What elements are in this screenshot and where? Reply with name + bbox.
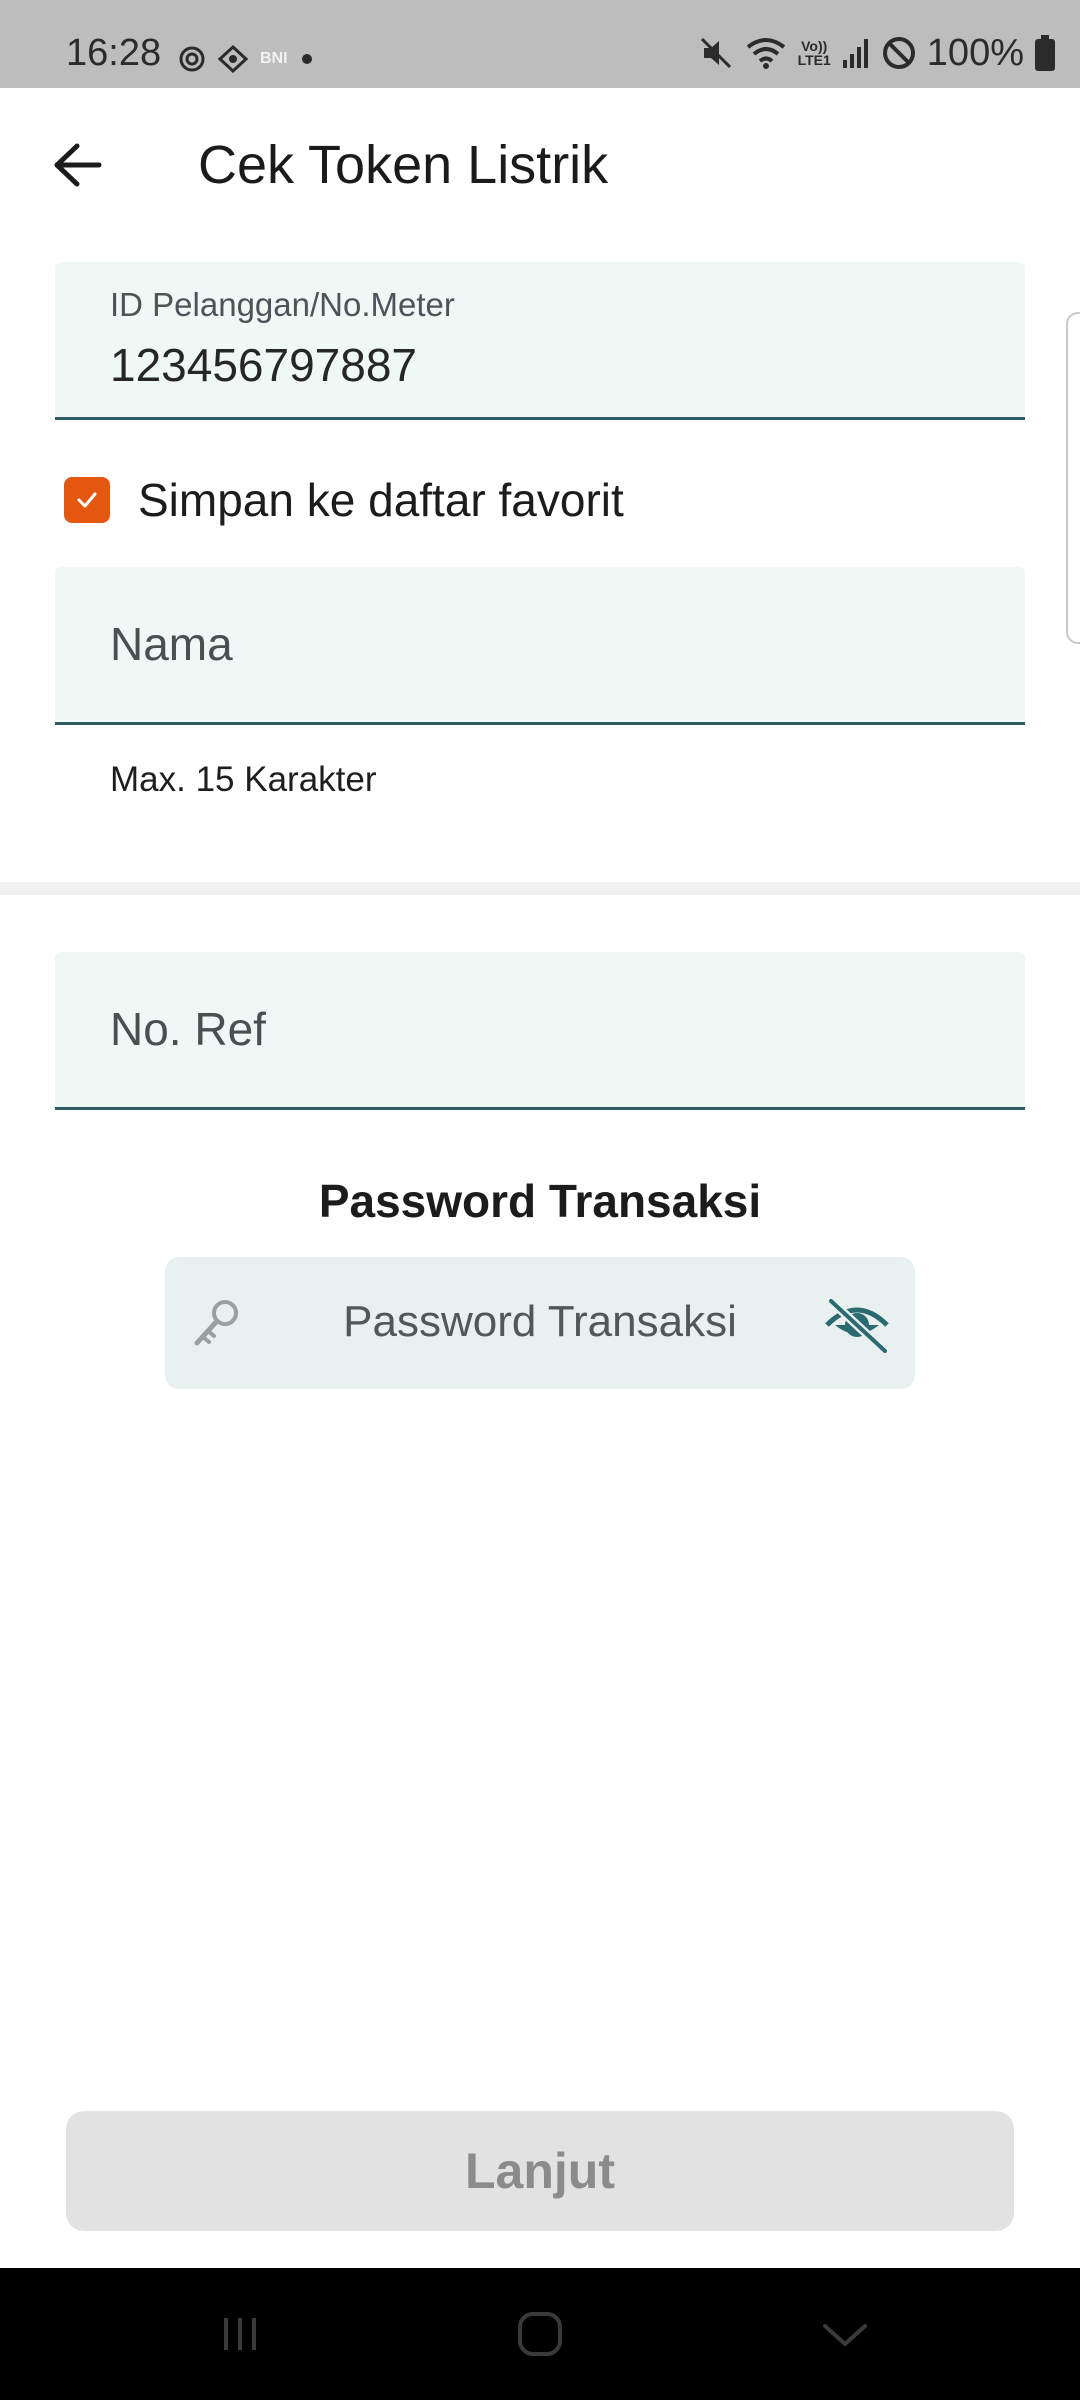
status-left-icons: BNI — [178, 44, 314, 74]
back-nav-button[interactable] — [800, 2304, 890, 2364]
app-bar: Cek Token Listrik — [0, 88, 1080, 238]
home-button[interactable] — [495, 2304, 585, 2364]
ref-no-placeholder: No. Ref — [110, 1003, 266, 1055]
volte-icon: Vo)) LTE1 — [798, 39, 831, 67]
battery-percent: 100% — [926, 32, 1024, 74]
password-input[interactable]: Password Transaksi — [165, 1257, 915, 1389]
wifi-icon — [746, 38, 785, 69]
mute-icon — [700, 37, 731, 69]
name-field[interactable]: Nama — [55, 567, 1025, 725]
arrow-left-icon — [54, 143, 102, 187]
system-nav-bar — [0, 2268, 1080, 2400]
status-bar: 16:28 BNI Vo)) LTE1 100% — [0, 0, 1080, 88]
password-placeholder: Password Transaksi — [343, 1297, 737, 1346]
ref-no-field[interactable]: No. Ref — [55, 952, 1025, 1110]
checkmark-icon — [77, 492, 97, 508]
edge-panel-handle[interactable] — [1066, 312, 1080, 644]
customer-id-value[interactable]: 123456797887 — [110, 338, 417, 392]
save-favorite-checkbox[interactable] — [64, 477, 110, 523]
home-icon — [518, 2312, 562, 2356]
back-button[interactable] — [46, 133, 110, 197]
status-time: 16:28 — [66, 32, 162, 74]
volte-label: Vo)) — [801, 38, 828, 54]
recent-apps-button[interactable] — [195, 2304, 285, 2364]
back-chevron-icon — [823, 2324, 867, 2346]
name-placeholder: Nama — [110, 618, 233, 670]
dot-icon — [301, 54, 312, 64]
customer-id-label: ID Pelanggan/No.Meter — [110, 286, 455, 323]
settings-alt-icon — [218, 45, 248, 73]
recent-apps-icon — [224, 2318, 256, 2350]
lte-label: LTE1 — [797, 52, 831, 68]
password-title: Password Transaksi — [318, 1175, 762, 1227]
name-helper-text: Max. 15 Karakter — [110, 760, 377, 799]
status-right-icons: Vo)) LTE1 100% — [698, 30, 1056, 76]
section-divider — [0, 882, 1080, 895]
customer-id-field[interactable]: ID Pelanggan/No.Meter 123456797887 — [55, 262, 1025, 420]
save-favorite-row[interactable]: Simpan ke daftar favorit — [64, 470, 624, 530]
no-disturb-icon — [882, 37, 915, 69]
save-favorite-label: Simpan ke daftar favorit — [138, 474, 624, 526]
gear-icon — [179, 46, 205, 72]
submit-button[interactable]: Lanjut — [66, 2111, 1014, 2231]
eye-off-icon[interactable] — [821, 1287, 893, 1359]
page-title: Cek Token Listrik — [198, 135, 609, 195]
signal-icon — [842, 39, 868, 68]
bni-badge-icon: BNI — [260, 50, 288, 67]
battery-icon — [1035, 35, 1055, 71]
